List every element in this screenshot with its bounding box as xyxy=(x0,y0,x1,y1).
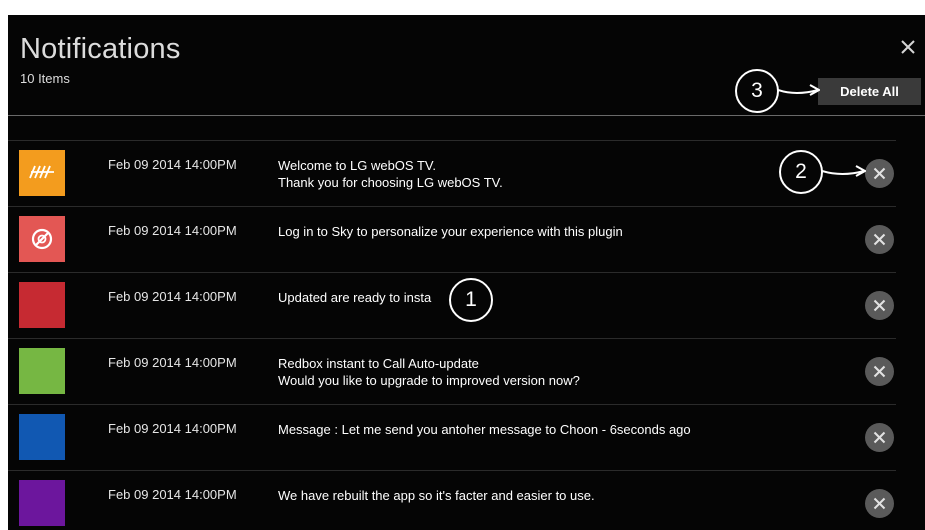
app-thumbnail xyxy=(19,348,65,394)
notification-message: We have rebuilt the app so it's facter a… xyxy=(278,487,595,504)
notification-date: Feb 09 2014 14:00PM xyxy=(108,223,237,238)
notification-date: Feb 09 2014 14:00PM xyxy=(108,487,237,502)
app-thumbnail xyxy=(19,216,65,262)
dismiss-button[interactable] xyxy=(865,357,894,386)
notification-date: Feb 09 2014 14:00PM xyxy=(108,355,237,370)
app-thumbnail xyxy=(19,480,65,526)
row-divider xyxy=(8,404,896,405)
notification-message-line: Redbox instant to Call Auto-update xyxy=(278,356,479,371)
circle-x-icon xyxy=(865,291,894,320)
row-divider xyxy=(8,272,896,273)
dismiss-button[interactable] xyxy=(865,159,894,188)
notification-message: Welcome to LG webOS TV. Thank you for cho… xyxy=(278,157,503,191)
notification-message-line: We have rebuilt the app so it's facter a… xyxy=(278,488,595,503)
circle-x-icon xyxy=(865,159,894,188)
circle-x-icon xyxy=(865,489,894,518)
notification-message-line: Would you like to upgrade to improved ve… xyxy=(278,373,580,388)
callout-marker-2: 2 xyxy=(779,150,823,194)
app-thumbnail xyxy=(19,414,65,460)
notifications-panel: Notifications 10 Items Delete All Feb 09… xyxy=(8,15,925,530)
notification-row[interactable]: Feb 09 2014 14:00PM Redbox instant to Cal… xyxy=(8,338,925,404)
row-divider xyxy=(8,338,896,339)
callout-marker-3: 3 xyxy=(735,69,779,113)
notification-list: Feb 09 2014 14:00PM Welcome to LG webOS T… xyxy=(8,140,925,530)
notification-date: Feb 09 2014 14:00PM xyxy=(108,421,237,436)
no-signal-icon xyxy=(31,228,53,250)
circle-x-icon xyxy=(865,225,894,254)
notification-date: Feb 09 2014 14:00PM xyxy=(108,289,237,304)
close-icon xyxy=(901,40,915,54)
notification-date: Feb 09 2014 14:00PM xyxy=(108,157,237,172)
notification-message-line: Thank you for choosing LG webOS TV. xyxy=(278,175,503,190)
notification-message: Log in to Sky to personalize your experi… xyxy=(278,223,623,240)
notification-message-line: Updated are ready to insta xyxy=(278,290,432,305)
delete-all-button[interactable]: Delete All xyxy=(818,78,921,105)
notification-row[interactable]: Feb 09 2014 14:00PM Log in to Sky to pers… xyxy=(8,206,925,272)
row-divider xyxy=(8,140,896,141)
notification-message-line: Message : Let me send you antoher messag… xyxy=(278,422,691,437)
circle-x-icon xyxy=(865,423,894,452)
notification-message: Message : Let me send you antoher messag… xyxy=(278,421,691,438)
header-divider xyxy=(8,115,925,116)
callout-marker-1: 1 xyxy=(449,278,493,322)
dismiss-button[interactable] xyxy=(865,489,894,518)
dismiss-button[interactable] xyxy=(865,423,894,452)
notification-message: Redbox instant to Call Auto-update Would … xyxy=(278,355,580,389)
notification-message-line: Welcome to LG webOS TV. xyxy=(278,158,436,173)
app-thumbnail xyxy=(19,150,65,196)
notification-message-line: Log in to Sky to personalize your experi… xyxy=(278,224,623,239)
dismiss-button[interactable] xyxy=(865,291,894,320)
row-divider xyxy=(8,470,896,471)
notification-row[interactable]: Feb 09 2014 14:00PM Message : Let me send… xyxy=(8,404,925,470)
antenna-icon xyxy=(29,165,54,179)
notification-row[interactable]: Feb 09 2014 14:00PM We have rebuilt the a… xyxy=(8,470,925,530)
close-button[interactable] xyxy=(896,35,920,59)
callout-arrow-3 xyxy=(778,84,820,96)
item-count: 10 Items xyxy=(20,71,70,86)
notification-message: Updated are ready to insta xyxy=(278,289,431,306)
app-thumbnail xyxy=(19,282,65,328)
row-divider xyxy=(8,206,896,207)
dismiss-button[interactable] xyxy=(865,225,894,254)
page-title: Notifications xyxy=(20,33,181,65)
callout-arrow-2 xyxy=(822,165,866,177)
circle-x-icon xyxy=(865,357,894,386)
